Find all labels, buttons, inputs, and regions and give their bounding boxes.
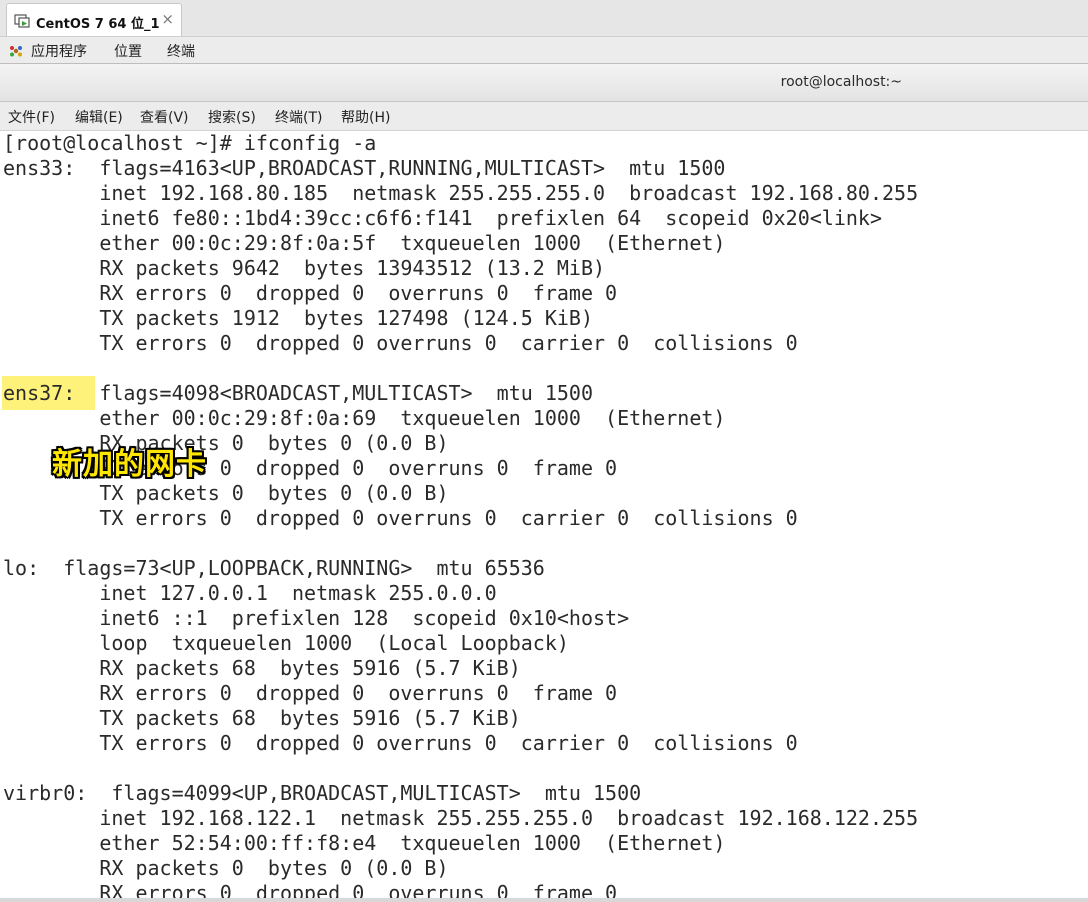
gnome-top-bar: 应用程序 位置 终端 bbox=[0, 37, 1088, 64]
menu-search[interactable]: 搜索(S) bbox=[208, 107, 256, 127]
terminal-line: ether 52:54:00:ff:f8:e4 txqueuelen 1000 … bbox=[3, 831, 726, 855]
vm-window-icon bbox=[14, 13, 30, 29]
terminal-line: inet 127.0.0.1 netmask 255.0.0.0 bbox=[3, 581, 497, 605]
vm-tab[interactable]: CentOS 7 64 位_1 × bbox=[6, 3, 182, 36]
menu-terminal[interactable]: 终端(T) bbox=[275, 107, 322, 127]
terminal-line: inet6 ::1 prefixlen 128 scopeid 0x10<hos… bbox=[3, 606, 630, 630]
terminal-line: TX errors 0 dropped 0 overruns 0 carrier… bbox=[3, 331, 798, 355]
terminal-line: RX packets 9642 bytes 13943512 (13.2 MiB… bbox=[3, 256, 606, 280]
terminal-line: TX errors 0 dropped 0 overruns 0 carrier… bbox=[3, 506, 798, 530]
terminal-line: RX packets 0 bytes 0 (0.0 B) bbox=[3, 856, 449, 880]
menu-terminal-app[interactable]: 终端 bbox=[167, 41, 195, 61]
terminal-line: ens37: flags=4098<BROADCAST,MULTICAST> m… bbox=[3, 381, 594, 405]
terminal-line: inet6 fe80::1bd4:39cc:c6f6:f141 prefixle… bbox=[3, 206, 882, 230]
terminal-line: ens33: flags=4163<UP,BROADCAST,RUNNING,M… bbox=[3, 156, 726, 180]
terminal-line: RX errors 0 dropped 0 overruns 0 frame 0 bbox=[3, 681, 618, 705]
terminal-line: virbr0: flags=4099<UP,BROADCAST,MULTICAS… bbox=[3, 781, 642, 805]
terminal-line: TX packets 1912 bytes 127498 (124.5 KiB) bbox=[3, 306, 594, 330]
terminal-line: ether 00:0c:29:8f:0a:5f txqueuelen 1000 … bbox=[3, 231, 726, 255]
menu-file[interactable]: 文件(F) bbox=[8, 107, 55, 127]
terminal-line: loop txqueuelen 1000 (Local Loopback) bbox=[3, 631, 569, 655]
window-titlebar[interactable]: root@localhost:~ bbox=[0, 64, 1088, 102]
terminal-line: RX errors 0 dropped 0 overruns 0 frame 0 bbox=[3, 281, 618, 305]
terminal-line: [root@localhost ~]# ifconfig -a bbox=[3, 131, 377, 155]
vm-tab-label: CentOS 7 64 位_1 bbox=[36, 17, 160, 32]
terminal-line: lo: flags=73<UP,LOOPBACK,RUNNING> mtu 65… bbox=[3, 556, 545, 580]
window-bottom-border bbox=[0, 898, 1088, 902]
menu-view[interactable]: 查看(V) bbox=[140, 107, 189, 127]
gnome-apps-icon bbox=[9, 43, 23, 57]
menu-applications[interactable]: 应用程序 bbox=[31, 41, 87, 61]
menu-places[interactable]: 位置 bbox=[114, 41, 142, 61]
terminal-line: ether 00:0c:29:8f:0a:69 txqueuelen 1000 … bbox=[3, 406, 726, 430]
menu-help[interactable]: 帮助(H) bbox=[341, 107, 390, 127]
window-title: root@localhost:~ bbox=[780, 74, 902, 90]
terminal-menu-bar: 文件(F) 编辑(E) 查看(V) 搜索(S) 终端(T) 帮助(H) bbox=[0, 102, 1088, 131]
terminal-line: inet 192.168.80.185 netmask 255.255.255.… bbox=[3, 181, 919, 205]
terminal-line: TX errors 0 dropped 0 overruns 0 carrier… bbox=[3, 731, 798, 755]
menu-edit[interactable]: 编辑(E) bbox=[75, 107, 123, 127]
annotation-new-nic: 新加的网卡 bbox=[52, 447, 207, 482]
terminal-line: TX packets 0 bytes 0 (0.0 B) bbox=[3, 481, 449, 505]
terminal-line: inet 192.168.122.1 netmask 255.255.255.0… bbox=[3, 806, 919, 830]
terminal-output[interactable]: [root@localhost ~]# ifconfig -a ens33: fl… bbox=[0, 131, 1088, 902]
terminal-line: TX packets 68 bytes 5916 (5.7 KiB) bbox=[3, 706, 521, 730]
close-icon[interactable]: × bbox=[161, 10, 174, 28]
vm-tab-strip: CentOS 7 64 位_1 × bbox=[0, 0, 1088, 37]
terminal-line: RX packets 68 bytes 5916 (5.7 KiB) bbox=[3, 656, 521, 680]
